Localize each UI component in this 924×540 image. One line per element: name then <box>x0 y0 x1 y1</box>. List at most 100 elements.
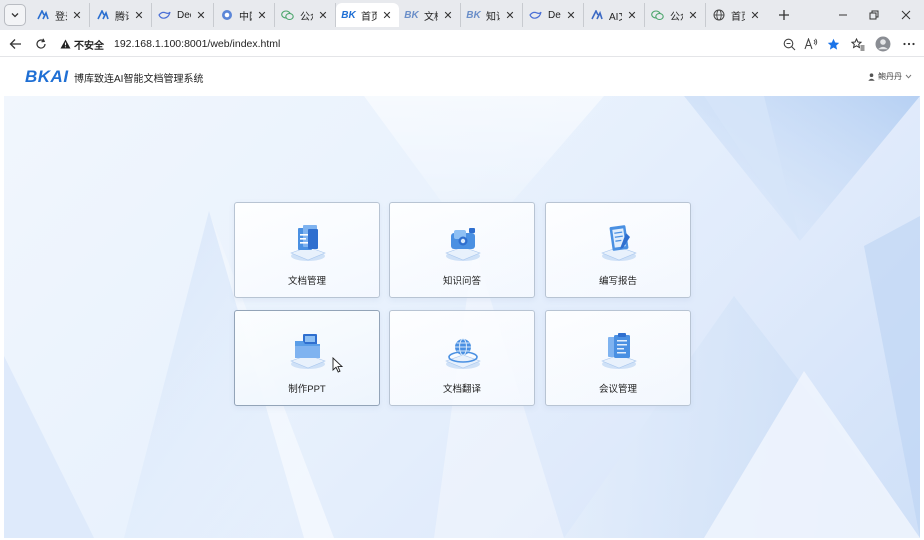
address-bar[interactable]: 不安全 192.168.1.100:8001/web/index.html <box>54 33 848 55</box>
close-icon[interactable]: ✕ <box>442 9 454 22</box>
close-icon[interactable]: ✕ <box>256 9 268 22</box>
refresh-icon <box>36 38 46 49</box>
browser-toolbar: 不安全 192.168.1.100:8001/web/index.html <box>0 30 924 57</box>
favorites-list-icon <box>851 37 865 50</box>
module-card-document-management[interactable]: 文档管理 <box>234 202 380 298</box>
ai-doc-icon <box>590 9 603 22</box>
bk-logo-icon: BK <box>404 9 419 21</box>
browser-tab[interactable]: Deep ✕ <box>152 3 214 27</box>
module-card-make-ppt[interactable]: 制作PPT <box>234 310 380 406</box>
globe-circle-icon <box>220 9 233 22</box>
browser-tab[interactable]: Deep ✕ <box>523 3 584 27</box>
tab-actions-menu-button[interactable] <box>4 4 26 26</box>
close-icon[interactable]: ✕ <box>565 9 577 22</box>
zoom-button[interactable] <box>780 35 798 53</box>
tab-title: 登录 <box>55 11 67 23</box>
refresh-button[interactable] <box>31 34 51 54</box>
security-warning[interactable]: 不安全 <box>60 37 104 52</box>
new-tab-button[interactable] <box>773 4 795 26</box>
card-label: 编写报告 <box>598 276 637 287</box>
tab-title: 首页 <box>731 11 745 23</box>
url-text[interactable]: 192.168.1.100:8001/web/index.html <box>114 38 280 50</box>
browser-tab[interactable]: 中国. ✕ <box>214 3 275 27</box>
close-icon[interactable]: ✕ <box>71 9 83 22</box>
plus-icon <box>779 10 789 20</box>
card-label: 知识问答 <box>442 276 481 287</box>
bk-logo-icon: BK <box>341 9 356 21</box>
card-label: 文档管理 <box>287 276 326 287</box>
zoom-out-icon <box>783 38 795 50</box>
deepseek-whale-icon <box>158 9 171 22</box>
tab-title: 中国. <box>239 11 252 23</box>
tab-title: Deep <box>177 9 191 21</box>
tab-title: Deep <box>548 9 561 21</box>
read-aloud-icon <box>804 38 818 50</box>
user-menu[interactable]: 鲍丹丹 <box>868 71 912 82</box>
tab-title: 首页 <box>361 11 377 23</box>
card-label: 会议管理 <box>598 384 637 395</box>
browser-tab[interactable]: 公众· ✕ <box>275 3 336 27</box>
tab-title: AI文 <box>609 11 622 23</box>
module-card-write-report[interactable]: 编写报告 <box>545 202 691 298</box>
card-label: 制作PPT <box>288 384 326 395</box>
minimize-button[interactable] <box>833 5 853 25</box>
module-card-knowledge-qa[interactable]: 知识问答 <box>389 202 535 298</box>
star-filled-icon <box>827 38 839 50</box>
close-icon[interactable]: ✕ <box>626 9 638 22</box>
ppt-folder-icon <box>290 334 326 369</box>
close-icon[interactable]: ✕ <box>195 9 207 22</box>
deepseek-whale-icon <box>529 9 542 22</box>
bkai-a-icon <box>96 9 109 22</box>
tab-title: 公众· <box>300 11 313 23</box>
favorite-button[interactable] <box>824 35 842 53</box>
wechat-icon <box>651 9 664 22</box>
close-icon[interactable]: ✕ <box>749 9 761 22</box>
close-icon[interactable]: ✕ <box>133 9 145 22</box>
restore-icon <box>869 10 879 20</box>
card-label: 文档翻译 <box>442 384 481 395</box>
mouse-cursor-icon <box>332 357 344 373</box>
bk-logo-icon: BK <box>466 9 481 21</box>
close-icon[interactable]: ✕ <box>504 9 516 22</box>
read-aloud-button[interactable] <box>802 35 820 53</box>
close-icon[interactable]: ✕ <box>687 9 699 22</box>
browser-tab[interactable]: 登录 ✕ <box>30 3 90 27</box>
browser-tab-active[interactable]: BK 首页 ✕ <box>336 3 399 27</box>
home-content: 文档管理 知识问答 编写报告 制作PPT 文档翻译 会议管理 <box>4 96 920 538</box>
browser-tab[interactable]: BK 文档 ✕ <box>399 3 461 27</box>
back-button[interactable] <box>5 34 25 54</box>
tab-list: 登录 ✕ 腾讯/ ✕ Deep ✕ 中国. ✕ 公众· ✕ BK 首页 ✕ <box>30 3 767 27</box>
close-icon <box>901 10 911 20</box>
tab-title: 知识 <box>486 11 500 23</box>
app-header: BKAI 博库致连AI智能文档管理系统 鲍丹丹 <box>4 58 920 96</box>
browser-tab[interactable]: 腾讯/ ✕ <box>90 3 152 27</box>
meeting-clipboard-icon <box>601 333 637 369</box>
module-card-document-translation[interactable]: 文档翻译 <box>389 310 535 406</box>
restore-button[interactable] <box>864 5 884 25</box>
document-folder-icon <box>290 225 326 261</box>
browser-tab[interactable]: 首页 ✕ <box>706 3 767 27</box>
avatar-icon <box>875 36 891 52</box>
more-menu-button[interactable] <box>899 34 919 54</box>
user-icon <box>868 72 875 81</box>
browser-tab-strip: 登录 ✕ 腾讯/ ✕ Deep ✕ 中国. ✕ 公众· ✕ BK 首页 ✕ <box>0 0 924 30</box>
browser-tab[interactable]: AI文 ✕ <box>584 3 645 27</box>
app-logo[interactable]: BKAI <box>25 67 69 87</box>
browser-tab[interactable]: BK 知识 ✕ <box>461 3 523 27</box>
favorites-button[interactable] <box>848 34 868 54</box>
security-label: 不安全 <box>74 40 104 52</box>
close-window-button[interactable] <box>896 5 916 25</box>
warning-triangle-icon <box>60 39 71 49</box>
tab-title: 腾讯/ <box>115 11 129 23</box>
tab-title: 公众· <box>670 11 683 23</box>
close-icon[interactable]: ✕ <box>317 9 329 22</box>
wechat-icon <box>281 9 294 22</box>
translate-globe-icon <box>445 338 481 369</box>
knowledge-chat-icon <box>445 228 481 261</box>
browser-tab[interactable]: 公众· ✕ <box>645 3 706 27</box>
profile-button[interactable] <box>873 34 893 54</box>
tab-title: 文档 <box>424 11 438 23</box>
close-icon[interactable]: ✕ <box>381 9 393 22</box>
app-title: 博库致连AI智能文档管理系统 <box>74 74 204 85</box>
module-card-meeting-management[interactable]: 会议管理 <box>545 310 691 406</box>
